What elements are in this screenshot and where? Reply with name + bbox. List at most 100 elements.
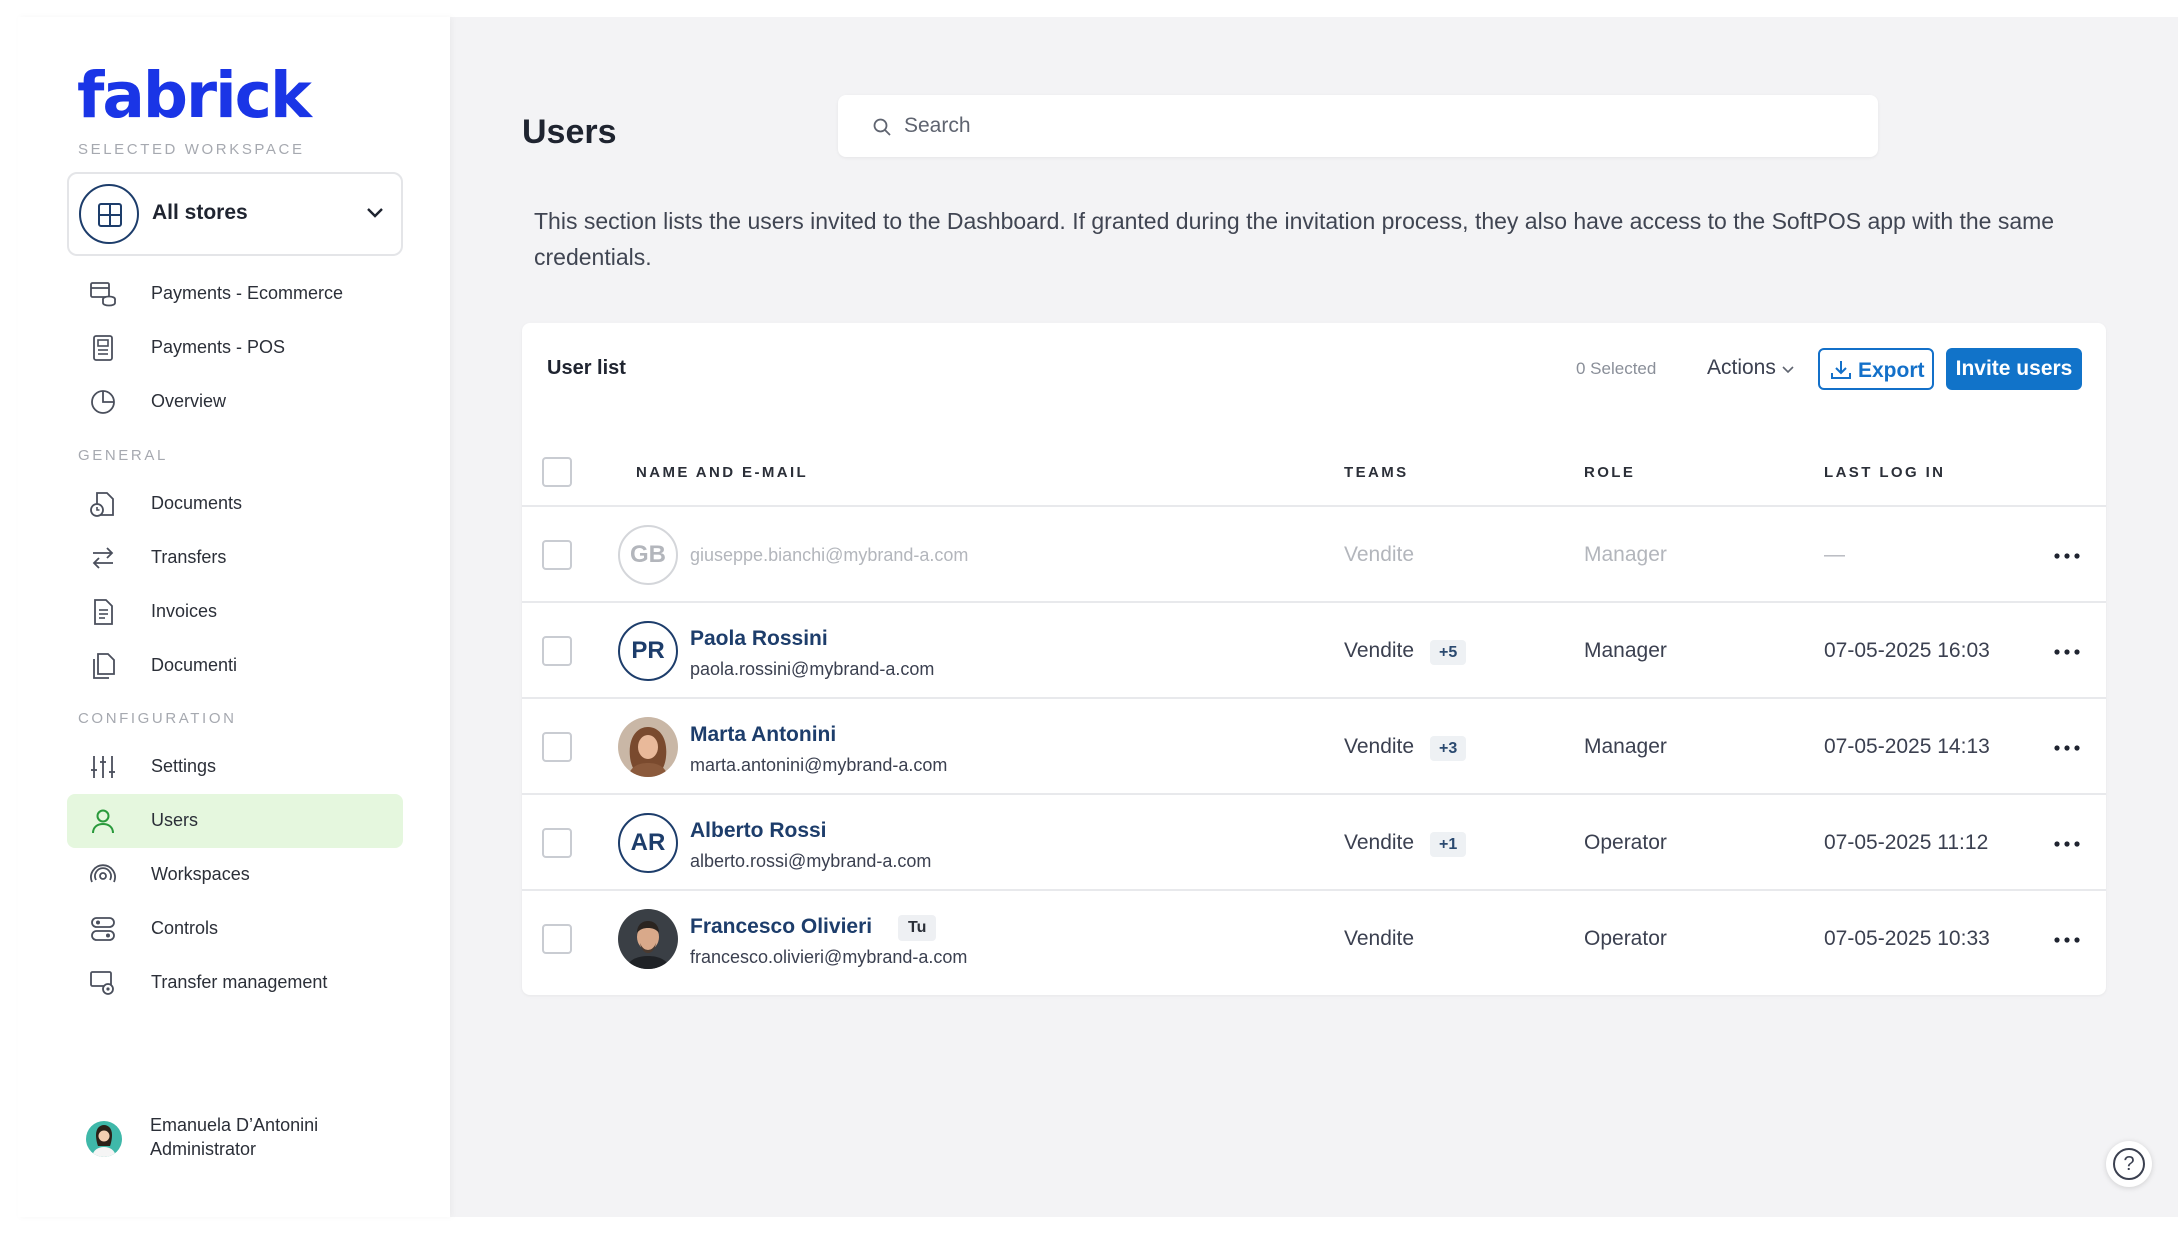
last-login-cell: 07-05-2025 16:03 [1824, 639, 1990, 662]
table-row[interactable]: PR Paola Rossini paola.rossini@mybrand-a… [522, 601, 2106, 697]
table-row[interactable]: AR Alberto Rossi alberto.rossi@mybrand-a… [522, 793, 2106, 889]
avatar-initials: GB [630, 541, 666, 568]
user-name[interactable]: Alberto Rossi [690, 819, 827, 843]
pie-chart-icon [91, 390, 115, 414]
general-section-label: General [78, 447, 168, 464]
extra-teams-badge[interactable]: +5 [1430, 640, 1467, 665]
nav-label: Settings [151, 756, 217, 776]
nav-documents[interactable]: Documents [67, 477, 403, 531]
nav-invoices[interactable]: Invoices [67, 585, 403, 639]
export-label: Export [1858, 359, 1925, 382]
user-name[interactable]: Francesco Olivieri [690, 915, 872, 939]
nav-label: Controls [151, 918, 219, 938]
invite-users-button[interactable]: Invite users [1946, 348, 2082, 390]
row-checkbox[interactable] [542, 540, 572, 570]
team-cell: Vendite [1344, 543, 1415, 566]
nav-users[interactable]: Users [67, 794, 403, 848]
selected-workspace-label: Selected workspace [78, 141, 305, 158]
more-options-icon[interactable] [2054, 937, 2080, 943]
avatar-initials: AR [630, 829, 666, 856]
documents-copy-icon [93, 653, 115, 679]
download-icon [1831, 361, 1851, 379]
user-email: giuseppe.bianchi@mybrand-a.com [690, 545, 969, 565]
row-checkbox[interactable] [542, 924, 572, 954]
avatar [618, 717, 678, 777]
column-header-role[interactable]: Role [1584, 464, 1635, 481]
role-cell: Manager [1584, 543, 1667, 566]
nav-controls[interactable]: Controls [67, 902, 403, 956]
user-email: francesco.olivieri@mybrand-a.com [690, 947, 968, 967]
help-button[interactable]: ? [2106, 1141, 2152, 1187]
nav-label: Users [151, 810, 199, 830]
more-options-icon[interactable] [2054, 841, 2080, 847]
avatar-initials: PR [631, 637, 665, 664]
team-cell: Vendite [1344, 831, 1415, 854]
avatar: AR [618, 813, 678, 873]
nav-label: Transfers [151, 547, 227, 567]
user-name[interactable]: Marta Antonini [690, 723, 836, 747]
intro-text: This section lists the users invited to … [534, 208, 2055, 270]
chevron-down-icon[interactable] [1780, 361, 1796, 377]
fabrick-logo[interactable]: fabrick [77, 59, 312, 132]
workspace-selector[interactable]: All stores [67, 172, 403, 256]
row-checkbox[interactable] [542, 732, 572, 762]
transfer-arrows-icon [92, 547, 114, 569]
sliders-icon [91, 756, 115, 778]
nav-payments-pos[interactable]: Payments - POS [67, 321, 403, 375]
app-frame: fabrick Selected workspace All stores Pa… [18, 17, 2178, 1217]
nav-label: Payments - POS [151, 337, 286, 357]
search-input[interactable] [904, 109, 1844, 143]
pos-terminal-icon [93, 335, 113, 361]
help-icon: ? [2113, 1148, 2145, 1180]
workspace-icon [90, 864, 116, 883]
row-checkbox[interactable] [542, 828, 572, 858]
nav-documenti[interactable]: Documenti [67, 639, 403, 693]
search-icon [873, 118, 891, 136]
search-bar[interactable] [838, 95, 1878, 157]
avatar: PR [618, 621, 678, 681]
nav-label: Transfer management [151, 972, 328, 992]
page-title: Users [522, 113, 617, 151]
column-header-teams[interactable]: Teams [1344, 464, 1409, 481]
more-options-icon[interactable] [2054, 649, 2080, 655]
export-button[interactable]: Export [1818, 348, 1934, 390]
row-checkbox[interactable] [542, 636, 572, 666]
sidebar: fabrick Selected workspace All stores Pa… [18, 17, 450, 1217]
role-cell: Manager [1584, 735, 1667, 758]
column-header-name[interactable]: Name and e-mail [636, 464, 808, 481]
more-options-icon[interactable] [2054, 553, 2080, 559]
nav-settings[interactable]: Settings [67, 740, 403, 794]
user-list-card: User list 0 Selected Actions Export Invi… [522, 323, 2106, 995]
nav-overview[interactable]: Overview [67, 375, 403, 429]
profile-avatar [86, 1121, 122, 1157]
nav-label: Overview [151, 391, 227, 411]
nav-payments-ecommerce[interactable]: Payments - Ecommerce [67, 267, 403, 321]
document-clock-icon [90, 492, 114, 517]
user-email: paola.rossini@mybrand-a.com [690, 659, 935, 679]
user-name[interactable]: Paola Rossini [690, 627, 828, 651]
nav-label: Payments - Ecommerce [151, 283, 344, 303]
more-options-icon[interactable] [2054, 745, 2080, 751]
table-row[interactable]: Francesco Olivieri Tu francesco.olivieri… [522, 889, 2106, 985]
team-cell: Vendite [1344, 639, 1415, 662]
user-email: alberto.rossi@mybrand-a.com [690, 851, 932, 871]
column-header-last-login[interactable]: Last log in [1824, 464, 1945, 481]
table-row[interactable]: Marta Antonini marta.antonini@mybrand-a.… [522, 697, 2106, 793]
select-all-checkbox[interactable] [542, 457, 572, 487]
nav-label: Documents [151, 493, 243, 513]
actions-dropdown[interactable]: Actions [1707, 356, 1776, 380]
table-row[interactable]: GB giuseppe.bianchi@mybrand-a.com Vendit… [522, 505, 2106, 601]
nav-transfers[interactable]: Transfers [67, 531, 403, 585]
role-cell: Manager [1584, 639, 1667, 662]
extra-teams-badge[interactable]: +3 [1430, 736, 1467, 761]
avatar [618, 909, 678, 969]
chevron-down-icon [365, 202, 385, 227]
configuration-section-label: Configuration [78, 710, 237, 727]
extra-teams-badge[interactable]: +1 [1430, 832, 1467, 857]
role-cell: Operator [1584, 831, 1667, 854]
controls-icon [91, 917, 115, 941]
team-cell: Vendite [1344, 735, 1415, 758]
user-email: marta.antonini@mybrand-a.com [690, 755, 948, 775]
nav-workspaces[interactable]: Workspaces [67, 848, 403, 902]
nav-transfer-management[interactable]: Transfer management [67, 956, 403, 1010]
